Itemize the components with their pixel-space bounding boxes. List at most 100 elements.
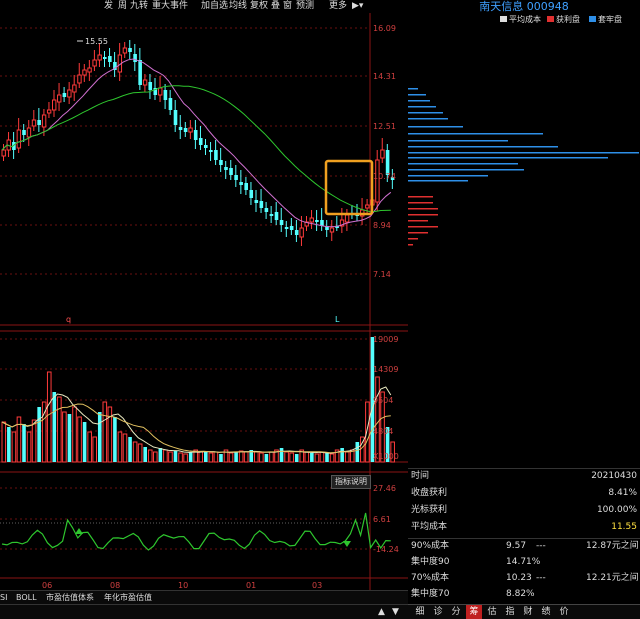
- candle-body: [148, 82, 153, 90]
- candle-body: [92, 59, 97, 67]
- volume-bar: [46, 371, 52, 463]
- toolbar-item[interactable]: 均线: [229, 0, 247, 13]
- chart-toolbar: 发周九转 重大事件 加自选 均线 复权叠窗预测 更多 ▶▾: [0, 0, 408, 13]
- date-axis-label: 01: [246, 581, 256, 590]
- price-axis-label: 16.09: [373, 24, 396, 33]
- price-axis-label: 14.31: [373, 72, 396, 81]
- kline-chart[interactable]: 15.55 q L 16.09 14.31 12.51 10.74 8.94 7.14 19…: [0, 0, 408, 590]
- candle-body: [122, 47, 128, 54]
- volume-bar: [188, 452, 193, 462]
- candle-body: [365, 204, 370, 209]
- volume-axis-label: X1000: [373, 452, 399, 461]
- toolbar-item[interactable]: 加自选: [201, 0, 228, 13]
- right-panel-tab[interactable]: 筹: [466, 605, 482, 619]
- volume-bar: [87, 431, 92, 463]
- toolbar-item[interactable]: 九转: [130, 0, 148, 13]
- indicator-tab[interactable]: BOLL: [16, 591, 37, 604]
- triangle-up-icon: [75, 528, 83, 534]
- volume-bar: [375, 376, 380, 463]
- candle-body: [46, 109, 52, 114]
- candle-body: [259, 201, 264, 208]
- toolbar-item[interactable]: 复权: [250, 0, 268, 13]
- indicator-axis-label: 27.46: [373, 484, 396, 493]
- right-panel-tab[interactable]: 财: [520, 605, 536, 619]
- candle-body: [173, 110, 178, 125]
- info-row: 时间 20210430: [411, 471, 637, 481]
- toolbar-item[interactable]: 重大事件: [152, 0, 188, 13]
- candle-body: [163, 90, 168, 100]
- info-row: 平均成本 11.55: [411, 522, 637, 532]
- candle-body: [244, 183, 248, 190]
- volume-bar: [173, 451, 178, 462]
- chip-bar: [408, 238, 418, 240]
- chip-bar: [408, 88, 418, 90]
- candle-body: [294, 230, 299, 235]
- candle-body: [22, 130, 26, 135]
- right-panel-tab[interactable]: 估: [484, 605, 500, 619]
- chip-bar: [408, 157, 608, 159]
- volume-bar: [304, 451, 310, 463]
- volume-bar: [264, 454, 269, 462]
- volume-bar: [243, 451, 249, 463]
- right-panel-tab[interactable]: 分: [448, 605, 464, 619]
- right-panel-tab[interactable]: 指: [502, 605, 518, 619]
- down-arrow-icon[interactable]: ▼: [392, 605, 399, 619]
- indicator-help-button[interactable]: 指标说明: [331, 475, 371, 489]
- candle-body: [289, 226, 294, 230]
- right-panel-tab[interactable]: 诊: [430, 605, 446, 619]
- toolbar-item[interactable]: 更多: [329, 0, 347, 13]
- info-row: 收盘获利 8.41%: [411, 488, 637, 498]
- volume-bar: [208, 452, 214, 463]
- right-panel-tab[interactable]: 价: [556, 605, 572, 619]
- right-panel-tab[interactable]: 绩: [538, 605, 554, 619]
- arrow-dropdown-icon[interactable]: ▶▾: [352, 0, 363, 13]
- candle-body: [41, 114, 47, 128]
- toolbar-item[interactable]: 周: [118, 0, 127, 13]
- date-axis-label: 08: [110, 581, 120, 590]
- volume-bar: [325, 453, 329, 462]
- chip-bar: [408, 220, 428, 222]
- indicator-tab[interactable]: 年化市盈估值: [104, 591, 152, 604]
- candle-body: [158, 87, 163, 96]
- price-axis-label: 10.74: [373, 172, 396, 181]
- right-panel-tab[interactable]: 细: [412, 605, 428, 619]
- volume-bar: [77, 416, 82, 463]
- volume-bar: [62, 411, 67, 463]
- toolbar-item[interactable]: 预测: [296, 0, 314, 13]
- svg-text:15.55: 15.55: [85, 37, 108, 46]
- chip-bar: [408, 180, 468, 182]
- candle-body: [103, 57, 107, 59]
- candle-body: [299, 227, 304, 238]
- volume-bar: [213, 451, 219, 463]
- volume-bar: [22, 424, 26, 462]
- candle-body: [133, 54, 137, 62]
- up-arrow-icon[interactable]: ▲: [378, 605, 385, 619]
- volume-bar: [1, 421, 7, 463]
- volume-bar: [97, 412, 102, 462]
- volume-bar: [52, 392, 57, 462]
- candle-body: [315, 220, 319, 222]
- toolbar-item[interactable]: 窗: [283, 0, 292, 13]
- chip-bar: [408, 94, 426, 96]
- candle-body: [77, 74, 82, 84]
- candle-body: [309, 217, 314, 223]
- volume-bar: [289, 452, 294, 463]
- toolbar-item[interactable]: 叠: [271, 0, 280, 13]
- indicator-tab[interactable]: SI: [0, 591, 7, 604]
- candle-body: [224, 167, 228, 170]
- candle-body: [274, 212, 279, 220]
- chip-bar: [408, 146, 558, 148]
- candle-body: [37, 120, 41, 125]
- candle-body: [214, 150, 218, 160]
- chip-bar: [408, 112, 443, 114]
- toolbar-item[interactable]: 发: [104, 0, 113, 13]
- volume-bar: [67, 414, 72, 462]
- chip-bar: [408, 100, 430, 102]
- indicator-tab[interactable]: 市盈估值体系: [46, 591, 94, 604]
- volume-bar: [178, 452, 183, 463]
- volume-bar: [234, 452, 238, 462]
- candle-body: [279, 220, 284, 225]
- candle-body: [31, 119, 37, 127]
- candle-body: [16, 129, 22, 149]
- candle-body: [204, 145, 208, 148]
